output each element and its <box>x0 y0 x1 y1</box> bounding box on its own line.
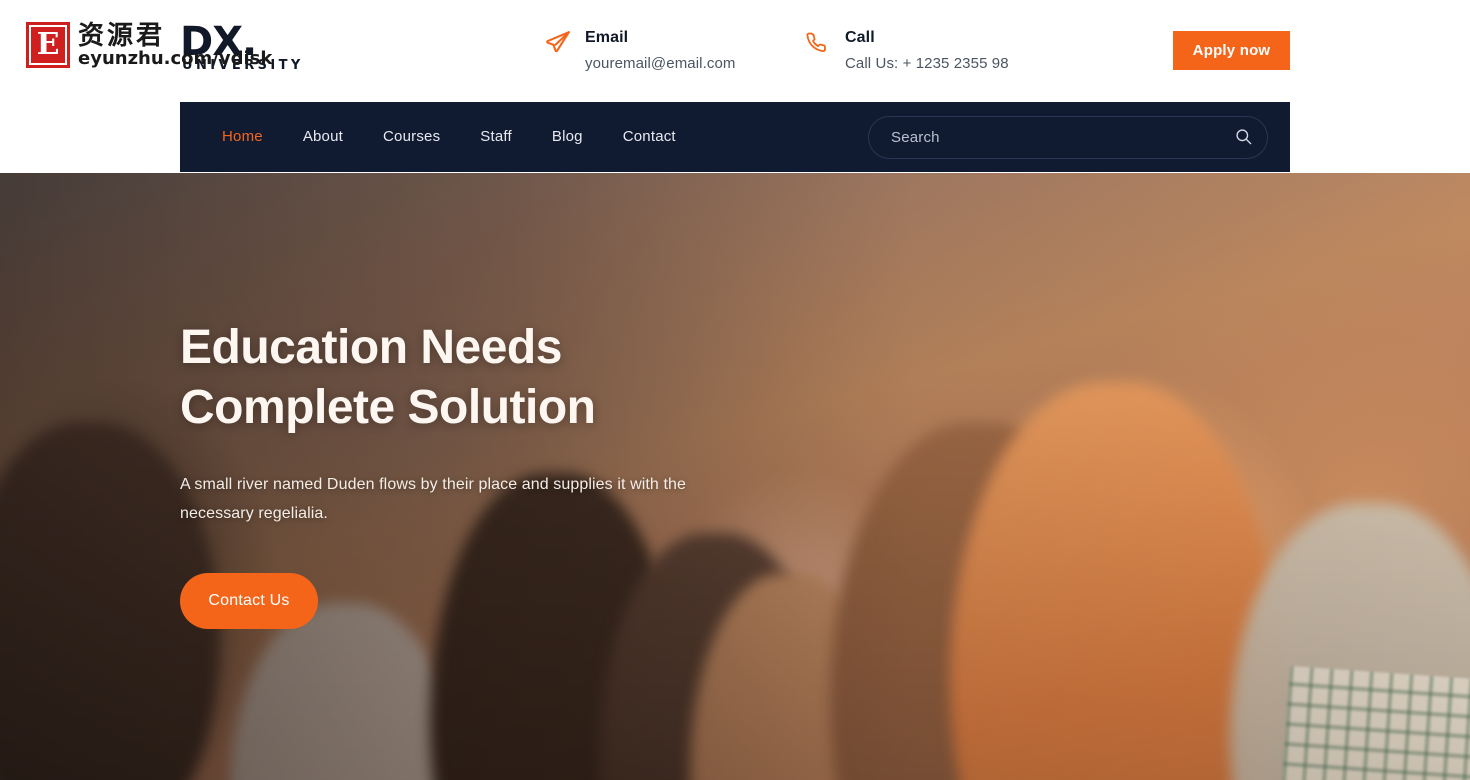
site-logo[interactable]: DX. UNIVERSITY <box>180 22 360 82</box>
contact-us-button[interactable]: Contact Us <box>180 573 318 629</box>
hero-title-line-1: Education Needs <box>180 321 562 374</box>
top-header-bar: DX. UNIVERSITY Email youremail@email.com <box>0 0 1470 102</box>
nav-item-staff[interactable]: Staff <box>460 102 532 172</box>
search-submit-button[interactable] <box>1219 117 1267 158</box>
nav-item-contact[interactable]: Contact <box>603 102 696 172</box>
phone-icon <box>805 26 835 60</box>
search-icon <box>1234 127 1253 149</box>
email-value: youremail@email.com <box>585 55 736 72</box>
logo-wordmark: DX. <box>180 19 257 65</box>
hero-subtitle: A small river named Duden flows by their… <box>180 476 687 522</box>
search-box <box>868 116 1268 159</box>
nav-item-courses[interactable]: Courses <box>363 102 460 172</box>
call-label: Call <box>845 29 875 46</box>
header-contact-call[interactable]: Call Call Us: + 1235 2355 98 <box>805 26 1009 74</box>
nav-item-home[interactable]: Home <box>202 102 283 172</box>
header-contact-email[interactable]: Email youremail@email.com <box>545 26 736 74</box>
paper-plane-icon <box>545 26 575 60</box>
nav-link-list: Home About Courses Staff Blog Contact <box>180 102 696 172</box>
page-root: DX. UNIVERSITY Email youremail@email.com <box>0 0 1470 780</box>
hero-title: Education Needs Complete Solution <box>180 318 820 438</box>
logo-tagline: UNIVERSITY <box>182 58 304 73</box>
call-value: Call Us: + 1235 2355 98 <box>845 55 1009 72</box>
apply-now-button[interactable]: Apply now <box>1173 31 1290 70</box>
hero-title-line-2: Complete Solution <box>180 381 596 434</box>
nav-item-blog[interactable]: Blog <box>532 102 603 172</box>
hero-banner: Education Needs Complete Solution A smal… <box>0 173 1470 780</box>
hero-content: Education Needs Complete Solution A smal… <box>180 318 820 629</box>
email-label: Email <box>585 29 629 46</box>
search-input[interactable] <box>869 129 1219 146</box>
main-navigation-bar: Home About Courses Staff Blog Contact <box>180 102 1290 172</box>
nav-item-about[interactable]: About <box>283 102 363 172</box>
